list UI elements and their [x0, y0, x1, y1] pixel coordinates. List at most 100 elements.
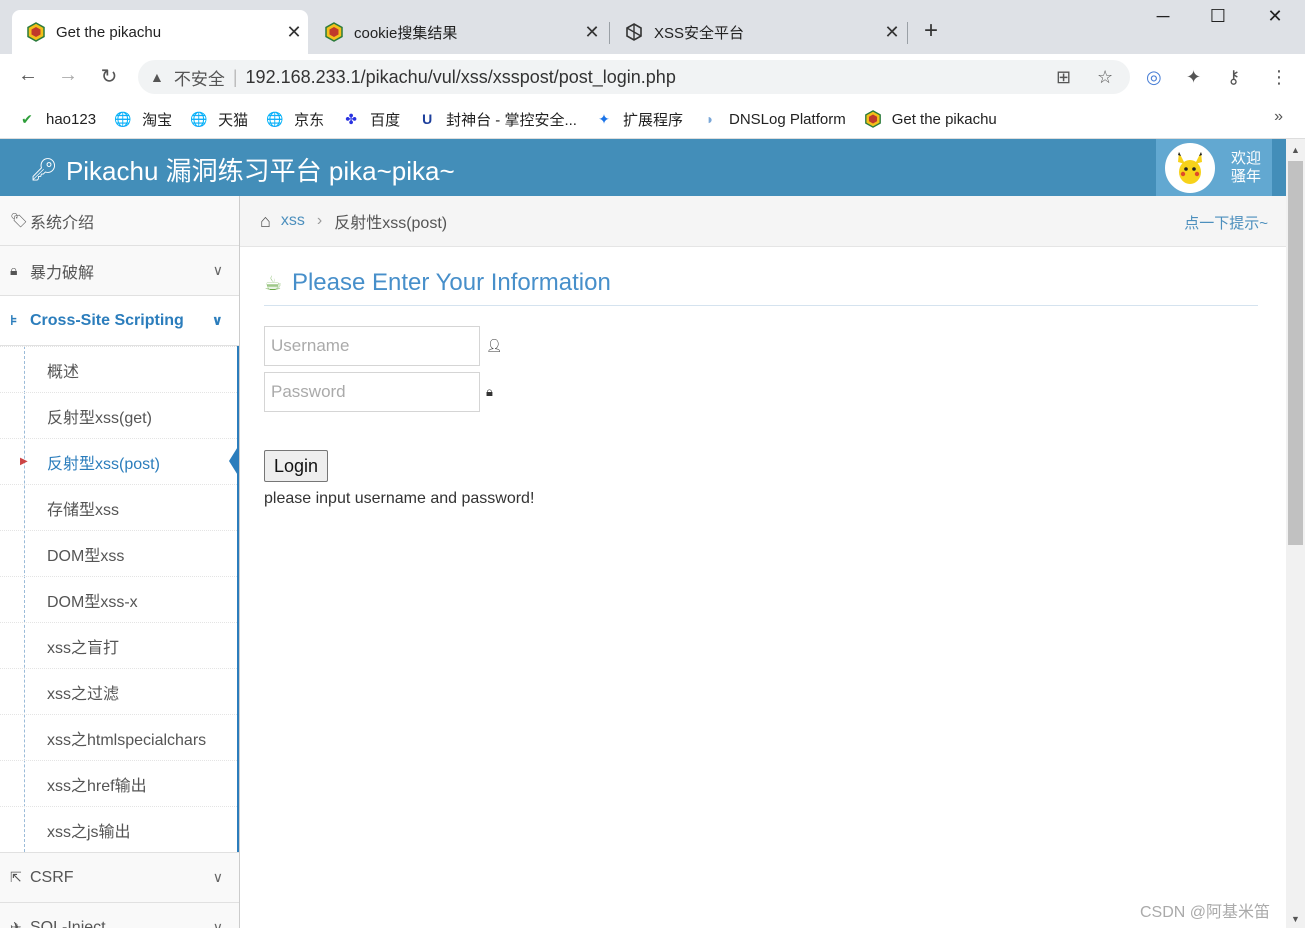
- address-separator: |: [232, 66, 238, 87]
- extension-circle-icon[interactable]: ◎: [1146, 67, 1162, 88]
- page-scrollbar[interactable]: ▲ ▼: [1286, 139, 1305, 928]
- xss-submenu: 概述 反射型xss(get) ▶ 反射型xss(post) 存储型xss DOM…: [0, 346, 239, 852]
- bookmark-label: DNSLog Platform: [728, 110, 846, 128]
- puzzle-icon: ✦: [598, 110, 610, 127]
- tab-get-the-pikachu[interactable]: Get the pikachu ✕: [12, 10, 308, 54]
- globe-icon: 🌐: [190, 110, 208, 127]
- submenu-item-overview[interactable]: 概述: [0, 346, 237, 392]
- tab-title: XSS安全平台: [654, 24, 745, 42]
- submenu-item-blind[interactable]: xss之盲打: [0, 622, 237, 668]
- submenu-item-js-output[interactable]: xss之js输出: [0, 806, 237, 852]
- close-tab-icon[interactable]: ✕: [280, 22, 308, 43]
- submenu-item-label: 存储型xss: [47, 501, 120, 519]
- avatar: [1165, 142, 1215, 193]
- submenu-item-htmlspecialchars[interactable]: xss之htmlspecialchars: [0, 714, 237, 760]
- sitemap-icon: ⊧: [10, 312, 18, 328]
- submenu-item-dom-x[interactable]: DOM型xss-x: [0, 576, 237, 622]
- browser-toolbar: ← → ↻ ▲ 不安全 | 192.168.233.1/pikachu/vul/…: [0, 54, 1305, 100]
- login-content: ☕︎ Please Enter Your Information 👤︎ 🔒︎ L…: [264, 269, 1258, 508]
- menu-dots-icon[interactable]: ⋮: [1270, 67, 1288, 88]
- bookmark-dnslog[interactable]: ◗ DNSLog Platform: [701, 110, 846, 128]
- reload-icon[interactable]: ↻: [95, 64, 123, 89]
- home-icon[interactable]: ⌂: [260, 211, 271, 232]
- address-bar[interactable]: ▲ 不安全 | 192.168.233.1/pikachu/vul/xss/xs…: [138, 60, 1130, 94]
- submenu-item-dom[interactable]: DOM型xss: [0, 530, 237, 576]
- window-close-icon[interactable]: ✕: [1255, 6, 1295, 27]
- brand-title: Pikachu 漏洞练习平台 pika~pika~: [65, 156, 455, 186]
- warning-triangle-icon: ▲: [150, 69, 164, 85]
- bookmarks-overflow-icon[interactable]: »: [1274, 108, 1283, 126]
- cube-icon: [624, 22, 644, 42]
- submenu-item-label: xss之href输出: [47, 777, 147, 795]
- scroll-down-icon[interactable]: ▼: [1291, 914, 1300, 924]
- puzzle-icon[interactable]: ✦: [1186, 67, 1201, 88]
- submenu-item-reflected-post[interactable]: ▶ 反射型xss(post): [0, 438, 239, 484]
- welcome-text: 欢迎 骚年: [1231, 150, 1261, 186]
- url-text: 192.168.233.1/pikachu/vul/xss/xsspost/po…: [245, 66, 676, 87]
- bookmark-extensions[interactable]: ✦ 扩展程序: [595, 109, 683, 130]
- coffee-cup-icon: ☕︎: [264, 272, 282, 295]
- bookmark-label: 扩展程序: [622, 111, 683, 129]
- site-brand[interactable]: 🔑︎ Pikachu 漏洞练习平台 pika~pika~: [30, 151, 455, 188]
- submenu-item-label: DOM型xss-x: [47, 593, 138, 611]
- sidebar-item-brute-force[interactable]: 🔒︎ 暴力破解 ∨: [0, 246, 239, 296]
- tab-title: cookie搜集结果: [354, 24, 458, 42]
- sidebar-item-label: CSRF: [30, 868, 74, 886]
- username-input[interactable]: [264, 326, 480, 366]
- maximize-icon[interactable]: ☐: [1198, 6, 1238, 27]
- bookmarks-bar: ✔ hao123 🌐 淘宝 🌐 天猫 🌐 京东 ✤ 百度 U 封神台 - 掌控安…: [0, 100, 1305, 139]
- chevron-down-icon: ∨: [212, 919, 223, 928]
- sidebar-item-csrf[interactable]: ⇱ CSRF ∨: [0, 852, 239, 903]
- login-button[interactable]: Login: [264, 450, 329, 482]
- breadcrumb-link-xss[interactable]: xss: [281, 212, 305, 230]
- sidebar-item-sql-inject[interactable]: ✈ SQL-Inject ∨: [0, 903, 239, 928]
- password-input[interactable]: [264, 372, 480, 412]
- sidebar: 🏷︎ 系统介绍 🔒︎ 暴力破解 ∨ ⊧ Cross-Site Scripting…: [0, 196, 240, 928]
- scroll-up-icon[interactable]: ▲: [1291, 145, 1300, 155]
- user-icon: 👤︎: [486, 338, 503, 353]
- bookmark-label: 封神台 - 掌控安全...: [446, 111, 577, 129]
- security-label: 不安全: [173, 69, 225, 89]
- watermark: CSDN @阿基米笛: [1139, 904, 1270, 921]
- bookmark-label: 天猫: [218, 111, 249, 129]
- submenu-item-label: 概述: [47, 363, 80, 381]
- sidebar-item-xss[interactable]: ⊧ Cross-Site Scripting ∨: [0, 296, 239, 346]
- form-heading: ☕︎ Please Enter Your Information: [264, 269, 1258, 306]
- chevron-down-icon: ∨: [211, 312, 223, 328]
- submenu-item-stored[interactable]: 存储型xss: [0, 484, 237, 530]
- submenu-item-href-output[interactable]: xss之href输出: [0, 760, 237, 806]
- bookmark-fengshentai[interactable]: U 封神台 - 掌控安全...: [418, 109, 577, 130]
- back-arrow-icon[interactable]: ←: [14, 64, 42, 87]
- new-tab-plus-icon[interactable]: +: [924, 18, 938, 44]
- sidebar-item-label: 暴力破解: [30, 264, 95, 282]
- submenu-item-label: 反射型xss(post): [47, 455, 160, 473]
- bookmark-star-icon[interactable]: ☆: [1097, 67, 1113, 88]
- close-tab-icon[interactable]: ✕: [878, 22, 906, 43]
- lock-icon: 🔒︎: [10, 262, 18, 278]
- site-header: 🔑︎ Pikachu 漏洞练习平台 pika~pika~ 欢迎 骚年: [0, 139, 1286, 196]
- translate-icon[interactable]: ⊞: [1056, 67, 1071, 88]
- submenu-item-filter[interactable]: xss之过滤: [0, 668, 237, 714]
- welcome-line-2: 骚年: [1231, 167, 1262, 185]
- bookmark-label: 京东: [294, 111, 325, 129]
- scrollbar-thumb[interactable]: [1288, 161, 1303, 545]
- bookmark-baidu[interactable]: ✤ 百度: [342, 109, 400, 130]
- web-page: 🔑︎ Pikachu 漏洞练习平台 pika~pika~ 欢迎 骚年 🏷︎ 系统…: [0, 139, 1286, 928]
- browser-tab-strip: Get the pikachu ✕ cookie搜集结果 ✕ XSS安全平台 ✕…: [0, 0, 1305, 54]
- bookmark-pikachu[interactable]: Get the pikachu: [864, 110, 997, 128]
- bookmark-tmall[interactable]: 🌐 天猫: [190, 109, 248, 130]
- user-menu[interactable]: 欢迎 骚年: [1156, 139, 1272, 196]
- bookmark-hao123[interactable]: ✔ hao123: [18, 110, 96, 128]
- minimize-icon[interactable]: ─: [1143, 6, 1183, 27]
- hint-link[interactable]: 点一下提示~: [1184, 212, 1268, 233]
- tab-xss-platform[interactable]: XSS安全平台 ✕: [610, 10, 906, 54]
- key-icon[interactable]: ⚷: [1227, 67, 1240, 88]
- submenu-item-reflected-get[interactable]: 反射型xss(get): [0, 392, 237, 438]
- close-tab-icon[interactable]: ✕: [578, 22, 606, 43]
- bookmark-jd[interactable]: 🌐 京东: [266, 109, 324, 130]
- sidebar-item-label: SQL-Inject: [30, 918, 106, 928]
- forward-arrow-icon[interactable]: →: [54, 64, 82, 87]
- tab-cookie-results[interactable]: cookie搜集结果 ✕: [310, 10, 606, 54]
- sidebar-item-intro[interactable]: 🏷︎ 系统介绍: [0, 196, 239, 246]
- bookmark-taobao[interactable]: 🌐 淘宝: [114, 109, 172, 130]
